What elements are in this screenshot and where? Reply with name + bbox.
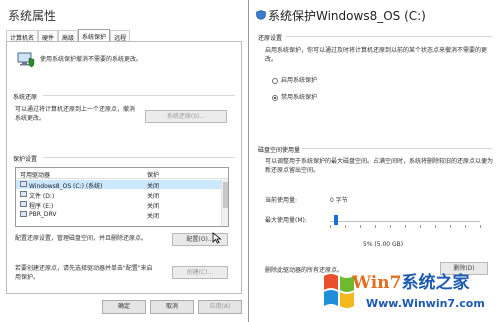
drive-icon	[20, 191, 27, 197]
current-usage-label: 当前使用量:	[265, 197, 298, 204]
slider-tick	[360, 225, 361, 228]
slider-tick	[465, 225, 466, 228]
slider-tick	[405, 225, 406, 228]
dialog-title: 系统保护Windows8_OS (C:)	[268, 9, 426, 23]
watermark-title-main: Win7	[352, 273, 402, 293]
shield-icon	[256, 10, 266, 20]
enable-protection-label[interactable]: 启用系统保护	[281, 76, 317, 85]
column-header-drive[interactable]: 可用驱动器	[20, 170, 50, 179]
window-title: 系统属性	[8, 9, 57, 23]
cancel-button[interactable]: 取消	[150, 300, 194, 314]
disable-protection-label[interactable]: 禁用系统保护	[281, 93, 317, 102]
slider-tick	[435, 225, 436, 228]
list-scrollbar[interactable]	[221, 179, 228, 226]
protection-status: 关闭	[147, 183, 160, 190]
slider-thumb[interactable]	[333, 215, 338, 225]
slider-tick	[375, 225, 376, 228]
max-usage-value: 5% (5.00 GB)	[363, 241, 404, 248]
slider-tick	[390, 225, 391, 228]
restore-section-label: 系统还原	[13, 94, 38, 101]
drive-row[interactable]: 文件 (D:) 关闭	[16, 190, 223, 200]
protection-section-label: 保护设置	[13, 156, 38, 163]
drive-icon	[20, 181, 27, 187]
restore-settings-label: 还原设置	[258, 35, 283, 42]
drive-row[interactable]: Windows8_OS (C:) (系统) 关闭	[16, 180, 223, 190]
disk-usage-desc: 可以调整用于系统保护的最大磁盘空间。占满空间时，系统将删除较旧的还原点以便为新还…	[265, 158, 494, 174]
ok-button[interactable]: 确定	[102, 300, 146, 314]
create-button[interactable]: 创建(C)...	[172, 266, 228, 279]
configure-desc: 配置还原设置，管理磁盘空间，并且删除还原点。	[15, 235, 148, 242]
drive-icon	[20, 201, 27, 207]
drive-row[interactable]: PBR_DRV 关闭	[16, 210, 223, 220]
apply-button[interactable]: 应用(A)	[198, 300, 242, 314]
max-usage-label: 最大使用量(M):	[265, 217, 307, 224]
disk-usage-label: 磁盘空间使用量	[258, 147, 301, 154]
slider-tick	[345, 225, 346, 228]
watermark-title-rest: 系统之家	[401, 273, 470, 293]
drive-name: PBR_DRV	[29, 211, 57, 218]
slider-tick	[330, 225, 331, 228]
drive-name: Windows8_OS (C:) (系统)	[29, 183, 103, 190]
system-restore-button[interactable]: 系统还原(S)...	[145, 110, 227, 123]
drive-icon	[20, 211, 27, 217]
slider-tick	[480, 225, 481, 228]
mouse-cursor-icon	[212, 232, 222, 244]
slider-tick	[450, 225, 451, 228]
create-desc: 若要创建还原点，请先选择驱动器并单击"配置"来启用保护。	[15, 265, 153, 281]
scrollbar-thumb[interactable]	[223, 182, 228, 208]
current-usage-value: 0 字节	[330, 197, 348, 204]
drive-row[interactable]: 程序 (E:) 关闭	[16, 200, 223, 210]
drives-list[interactable]: 可用驱动器 保护 Windows8_OS (C:) (系统) 关闭 文件 (D:…	[15, 167, 229, 227]
divider	[43, 95, 235, 96]
intro-text: 使用系统保护撤消不需要的系统更改。	[40, 56, 143, 63]
protection-status: 关闭	[147, 193, 160, 200]
watermark-url: Www.Winwin7.com	[366, 297, 485, 310]
list-header: 可用驱动器 保护	[16, 168, 228, 179]
disable-protection-radio[interactable]	[272, 95, 278, 101]
divider	[302, 148, 492, 149]
drive-name: 程序 (E:)	[29, 203, 54, 210]
divider	[43, 157, 235, 158]
protection-status: 关闭	[147, 213, 160, 220]
system-protection-panel: 使用系统保护撤消不需要的系统更改。 系统还原 可以通过将计算机还原到上一个还原点…	[6, 41, 242, 294]
enable-protection-radio[interactable]	[272, 78, 278, 84]
protection-status: 关闭	[147, 203, 160, 210]
computer-shield-icon	[17, 52, 35, 68]
drive-name: 文件 (D:)	[29, 193, 55, 200]
divider	[286, 36, 492, 37]
watermark-title: Win7系统之家	[352, 268, 469, 293]
restore-settings-desc: 启用系统保护，你可以通过及时将计算机还原到以前的某个状态点来撤消不需要的更改。	[265, 47, 488, 63]
restore-desc: 可以通过将计算机还原到上一个还原点，撤消系统更改。	[15, 106, 136, 122]
slider-tick	[420, 225, 421, 228]
system-properties-window: 系统属性 计算机名 硬件 高级 系统保护 远程 使用系统保护撤消不需要的系统更改…	[0, 0, 249, 322]
column-header-protection[interactable]: 保护	[147, 170, 159, 179]
max-usage-slider[interactable]	[330, 221, 480, 222]
